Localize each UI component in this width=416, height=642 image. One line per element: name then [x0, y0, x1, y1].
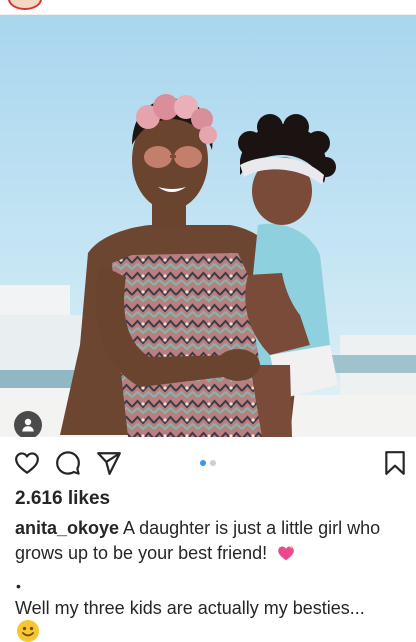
heart-icon: [15, 452, 39, 474]
likes-count[interactable]: 2.616 likes: [15, 488, 110, 510]
story-avatar[interactable]: [8, 0, 42, 10]
caption-username[interactable]: anita_okoye: [15, 518, 119, 538]
save-button[interactable]: [382, 450, 408, 476]
sparkling-heart-emoji: [278, 544, 294, 561]
tagged-users-button[interactable]: [14, 411, 42, 437]
comment-button[interactable]: [55, 450, 81, 476]
comment-icon: [56, 451, 80, 475]
like-button[interactable]: [14, 450, 40, 476]
post-photo[interactable]: [0, 15, 416, 437]
carousel-indicator: [200, 460, 216, 466]
carousel-dot-active: [200, 460, 206, 466]
post-photo-illustration: [0, 15, 416, 437]
feed-top-bar: [0, 0, 416, 15]
person-icon: [22, 418, 34, 432]
carousel-dot: [210, 460, 216, 466]
caption-bullet: •: [16, 578, 21, 594]
bookmark-icon: [385, 451, 405, 475]
smiling-face-emoji: [17, 620, 39, 642]
post-caption: anita_okoye A daughter is just a little …: [15, 516, 407, 566]
post-actions-bar: [0, 446, 416, 480]
caption-continuation: Well my three kids are actually my besti…: [15, 598, 365, 618]
share-button[interactable]: [96, 450, 122, 476]
send-icon: [97, 452, 121, 475]
